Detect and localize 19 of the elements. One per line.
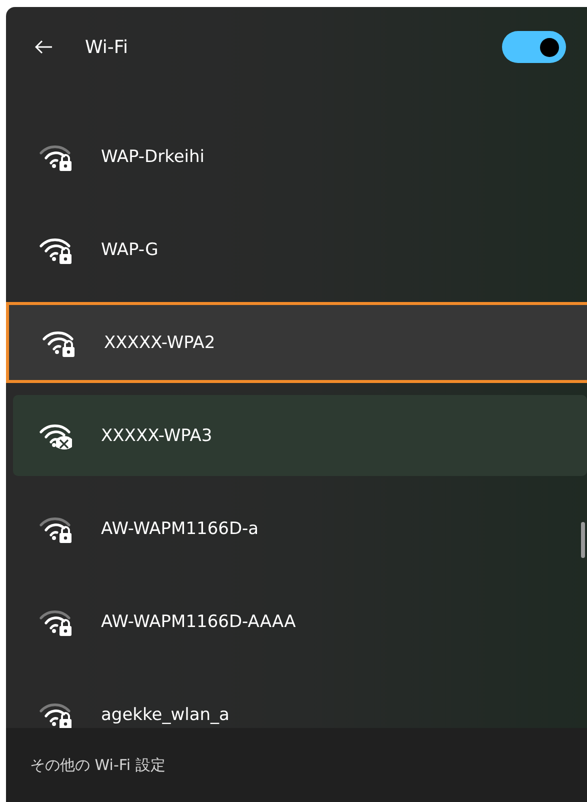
network-item[interactable]: XXXXX-WPA3 <box>13 395 587 476</box>
network-name: XXXXX-WPA2 <box>104 332 216 352</box>
network-name: XXXXX-WPA3 <box>101 426 212 446</box>
network-item[interactable]: agekke_wlan_a <box>13 674 587 728</box>
network-name: WAP-Drkeihi <box>101 146 205 166</box>
network-item[interactable]: AW-WAPM1166D-AAAA <box>13 581 587 662</box>
network-item[interactable]: WAP-Drkeihi <box>13 116 587 197</box>
network-item[interactable]: XXXXX-WPA2 <box>6 302 587 383</box>
network-name: AW-WAPM1166D-AAAA <box>101 612 296 632</box>
scrollbar-thumb[interactable] <box>581 522 585 558</box>
back-arrow-icon[interactable] <box>35 40 53 54</box>
network-name: AW-WAPM1166D-a <box>101 518 259 538</box>
wifi-toggle[interactable] <box>502 31 566 63</box>
network-name: WAP-G <box>101 240 158 260</box>
network-name: agekke_wlan_a <box>101 704 230 724</box>
more-wifi-settings-link[interactable]: その他の Wi-Fi 設定 <box>30 756 166 774</box>
panel-title: Wi-Fi <box>85 36 129 58</box>
network-item[interactable]: WAP-G <box>13 209 587 290</box>
network-item[interactable]: AW-WAPM1166D-a <box>13 488 587 569</box>
